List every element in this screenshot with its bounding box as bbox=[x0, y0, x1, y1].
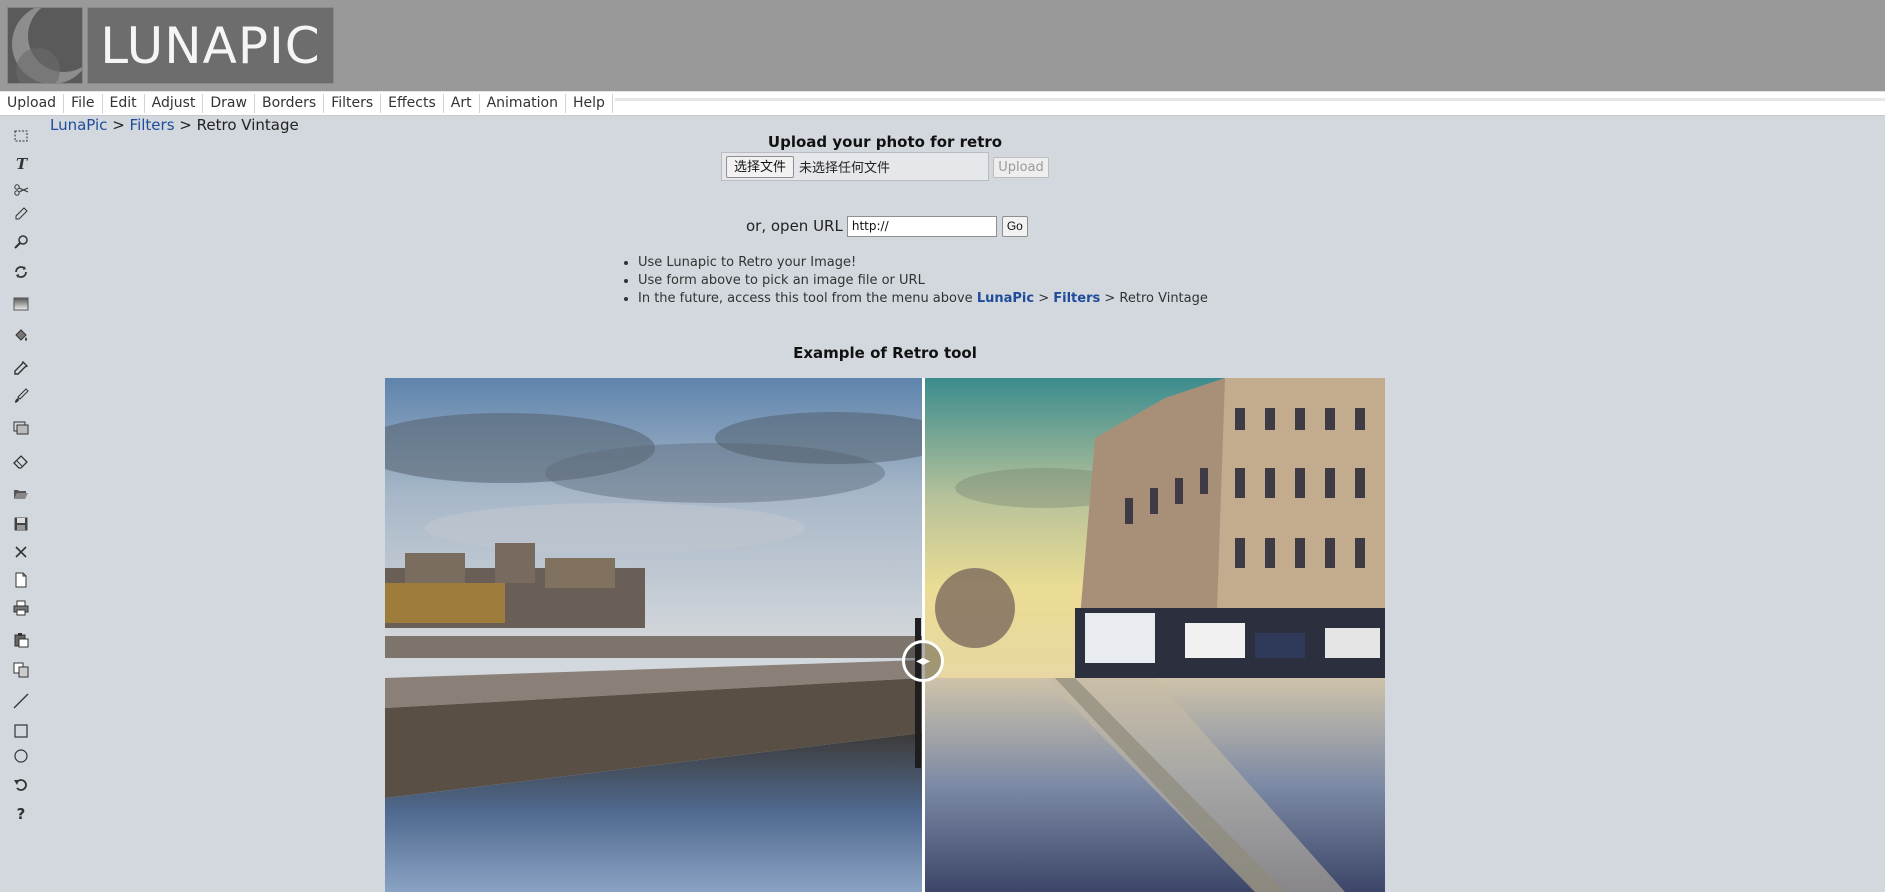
eraser-icon[interactable] bbox=[11, 452, 31, 472]
menu-edit[interactable]: Edit bbox=[103, 94, 145, 113]
upload-title: Upload your photo for retro bbox=[767, 133, 1003, 151]
list-item: Use Lunapic to Retro your Image! bbox=[638, 255, 1208, 270]
logo-wordmark: LUNAPIC bbox=[87, 7, 334, 84]
svg-text:T: T bbox=[16, 155, 29, 171]
tool-sidebar: T ? bbox=[0, 118, 42, 838]
tip-filters-link[interactable]: Filters bbox=[1053, 291, 1100, 306]
paint-bucket-icon[interactable] bbox=[11, 326, 31, 346]
url-input[interactable] bbox=[846, 215, 997, 237]
example-after-image bbox=[925, 378, 1385, 892]
tip-separator: > bbox=[1034, 291, 1054, 306]
breadcrumb-current: Retro Vintage bbox=[196, 116, 299, 134]
menu-file[interactable]: File bbox=[64, 94, 103, 113]
rotate-icon[interactable] bbox=[11, 262, 31, 282]
file-status-text: 未选择任何文件 bbox=[799, 161, 891, 176]
comparison-divider[interactable] bbox=[922, 378, 925, 892]
tips-list: Use Lunapic to Retro your Image! Use for… bbox=[638, 255, 1208, 309]
menu-animation[interactable]: Animation bbox=[480, 94, 566, 113]
logo-text: LUNAPIC bbox=[100, 16, 321, 75]
breadcrumb-separator: > bbox=[174, 116, 197, 134]
scissors-icon[interactable] bbox=[11, 180, 31, 200]
breadcrumb-filters-link[interactable]: Filters bbox=[130, 116, 175, 134]
comparison-slider-handle-icon[interactable]: ◂▸ bbox=[902, 640, 944, 682]
example-comparison-image[interactable]: ◂▸ bbox=[385, 378, 1385, 892]
menu-upload[interactable]: Upload bbox=[0, 94, 65, 113]
url-row: or, open URL Go bbox=[746, 215, 1028, 237]
header: LUNAPIC bbox=[0, 0, 1885, 91]
file-input[interactable]: 选择文件 未选择任何文件 bbox=[721, 152, 989, 181]
brush-icon[interactable] bbox=[11, 386, 31, 406]
gradient-icon[interactable] bbox=[11, 294, 31, 314]
breadcrumb-separator: > bbox=[107, 116, 130, 134]
new-document-icon[interactable] bbox=[11, 570, 31, 590]
print-icon[interactable] bbox=[11, 598, 31, 618]
menu-help[interactable]: Help bbox=[566, 94, 613, 113]
lunapic-logo[interactable]: LUNAPIC bbox=[7, 7, 334, 84]
help-icon[interactable]: ? bbox=[11, 804, 31, 824]
menu-borders[interactable]: Borders bbox=[255, 94, 325, 113]
menu-strip bbox=[615, 98, 1885, 101]
save-icon[interactable] bbox=[11, 514, 31, 534]
upload-button[interactable]: Upload bbox=[993, 157, 1049, 178]
tip-text: In the future, access this tool from the… bbox=[638, 291, 977, 306]
rectangle-icon[interactable] bbox=[11, 721, 31, 741]
moon-logo-icon bbox=[7, 7, 83, 84]
pencil-icon[interactable] bbox=[11, 204, 31, 224]
go-button[interactable]: Go bbox=[1001, 215, 1028, 237]
circle-icon[interactable] bbox=[11, 746, 31, 766]
menu-draw[interactable]: Draw bbox=[203, 94, 255, 113]
text-icon[interactable]: T bbox=[11, 153, 31, 173]
tip-separator: > bbox=[1100, 291, 1120, 306]
menu-effects[interactable]: Effects bbox=[381, 94, 444, 113]
list-item: In the future, access this tool from the… bbox=[638, 291, 1208, 306]
breadcrumb: LunaPic > Filters > Retro Vintage bbox=[50, 116, 299, 134]
menu-bar: Upload File Edit Adjust Draw Borders Fil… bbox=[0, 91, 1885, 116]
menu-filters[interactable]: Filters bbox=[324, 94, 382, 113]
tip-text: Retro Vintage bbox=[1119, 291, 1208, 306]
image-stack-icon[interactable] bbox=[11, 418, 31, 438]
example-before-image bbox=[385, 378, 922, 892]
line-icon[interactable] bbox=[11, 691, 31, 711]
tip-lunapic-link[interactable]: LunaPic bbox=[977, 291, 1034, 306]
undo-icon[interactable] bbox=[11, 775, 31, 795]
choose-file-button[interactable]: 选择文件 bbox=[726, 155, 795, 178]
menu-adjust[interactable]: Adjust bbox=[145, 94, 204, 113]
paste-icon[interactable] bbox=[11, 630, 31, 650]
copy-icon[interactable] bbox=[11, 660, 31, 680]
open-folder-icon[interactable] bbox=[11, 484, 31, 504]
close-icon[interactable] bbox=[11, 542, 31, 562]
menu-art[interactable]: Art bbox=[444, 94, 480, 113]
zoom-icon[interactable] bbox=[11, 232, 31, 252]
list-item: Use form above to pick an image file or … bbox=[638, 273, 1208, 288]
url-label: or, open URL bbox=[746, 217, 843, 235]
breadcrumb-home-link[interactable]: LunaPic bbox=[50, 116, 107, 134]
example-title: Example of Retro tool bbox=[793, 344, 977, 362]
